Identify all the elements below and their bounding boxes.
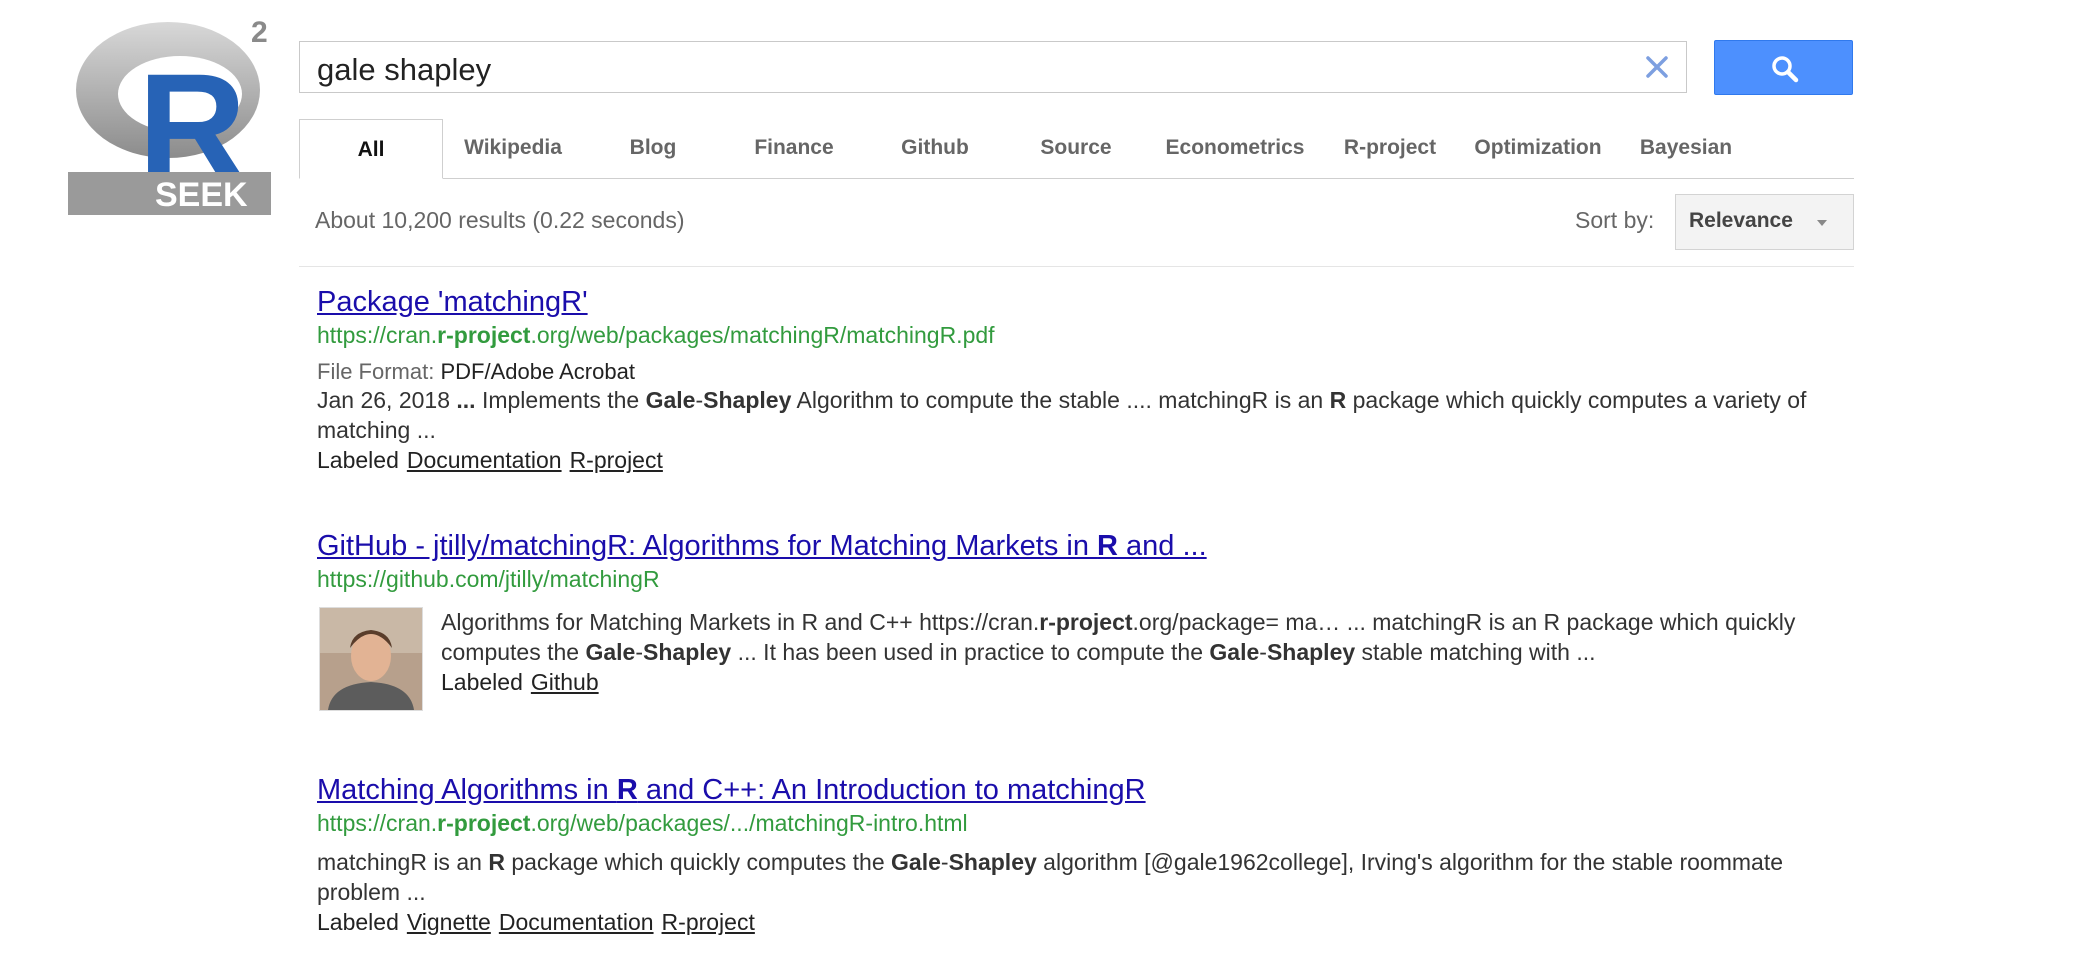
sort-label: Sort by: [1575,207,1655,233]
result-title-link[interactable]: Matching Algorithms in R and C++: An Int… [317,774,1817,807]
result-thumbnail[interactable] [319,607,423,711]
tab-wikipedia[interactable]: Wikipedia [443,118,583,178]
result-snippet: Jan 26, 2018 ... Implements the Gale-Sha… [317,387,1807,443]
tab-blog[interactable]: Blog [583,118,723,178]
tab-all[interactable]: All [299,119,443,179]
label-link[interactable]: Documentation [499,909,654,935]
rseek-logo-graphic: R 2 SEEK [68,16,271,215]
tab-bayesian[interactable]: Bayesian [1619,118,1753,178]
tab-r-project[interactable]: R-project [1323,118,1457,178]
result-title-link[interactable]: GitHub - jtilly/matchingR: Algorithms fo… [317,530,1817,563]
label-link[interactable]: R-project [662,909,755,935]
search-button[interactable] [1714,40,1853,95]
tab-github[interactable]: Github [865,118,1005,178]
search-input[interactable]: gale shapley [299,41,1687,93]
sort-value: Relevance [1689,209,1793,232]
person-photo-icon [320,608,422,710]
result-labels: Labeled Github [441,669,599,695]
sort-dropdown[interactable]: Relevance [1675,194,1854,250]
refinement-tabs: All Wikipedia Blog Finance Github Source… [299,118,1854,179]
result-snippet: matchingR is an R package which quickly … [317,849,1784,905]
result-url[interactable]: https://cran.r-project.org/web/packages/… [317,810,1817,837]
tab-finance[interactable]: Finance [723,118,865,178]
search-result: GitHub - jtilly/matchingR: Algorithms fo… [317,530,1817,711]
results-divider [299,266,1854,267]
search-icon [1772,56,1799,83]
search-result: Package 'matchingR' https://cran.r-proje… [317,286,1817,475]
logo-superscript: 2 [251,16,268,49]
tab-optimization[interactable]: Optimization [1457,118,1619,178]
result-stats: About 10,200 results (0.22 seconds) [315,207,685,233]
file-format: File Format: PDF/Adobe Acrobat [317,359,635,384]
rseek-logo[interactable]: R 2 SEEK [68,10,276,215]
chevron-down-icon [1817,220,1827,226]
result-url[interactable]: https://github.com/jtilly/matchingR [317,566,1817,593]
label-link[interactable]: Documentation [407,447,562,473]
clear-search-icon[interactable] [1642,52,1672,82]
logo-wordmark: SEEK [155,176,248,214]
label-link[interactable]: R-project [570,447,663,473]
label-link[interactable]: Vignette [407,909,491,935]
search-result: Matching Algorithms in R and C++: An Int… [317,774,1817,937]
tab-econometrics[interactable]: Econometrics [1147,118,1323,178]
result-snippet: Algorithms for Matching Markets in R and… [441,609,1796,665]
result-labels: Labeled Vignette Documentation R-project [317,909,755,935]
result-labels: Labeled Documentation R-project [317,447,663,473]
search-query-text: gale shapley [317,52,492,87]
tab-source[interactable]: Source [1005,118,1147,178]
result-title-link[interactable]: Package 'matchingR' [317,286,1817,319]
label-link[interactable]: Github [531,669,599,695]
result-url[interactable]: https://cran.r-project.org/web/packages/… [317,322,1817,349]
